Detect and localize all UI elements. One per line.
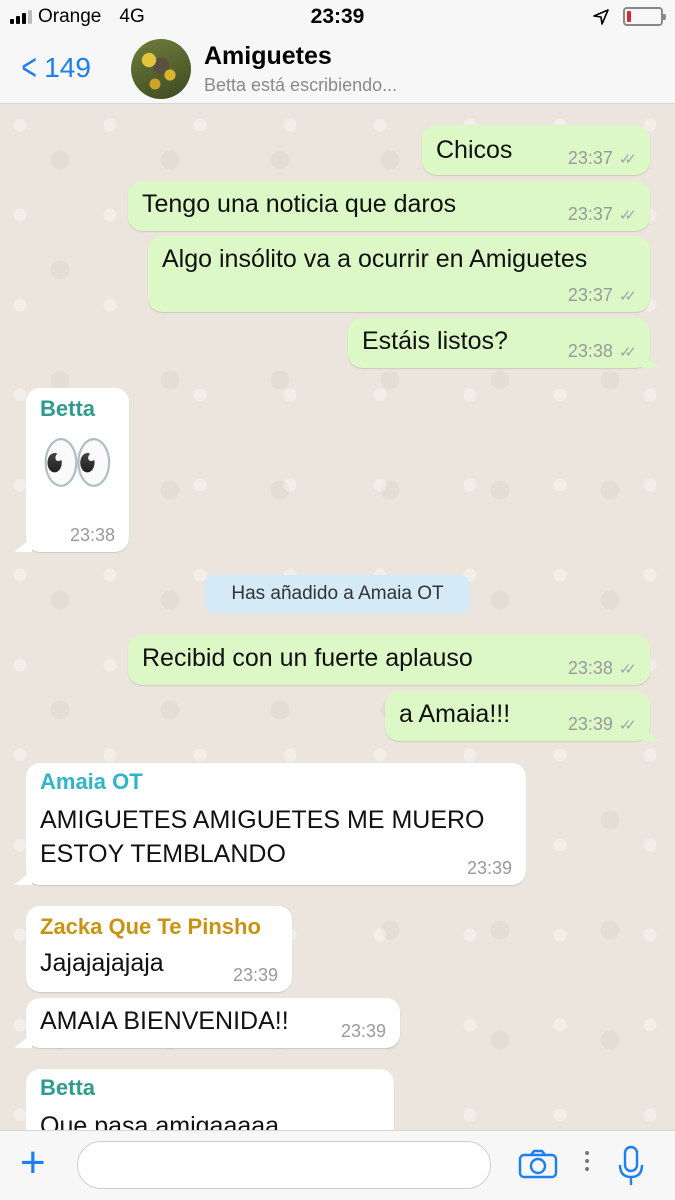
message-bubble-outgoing[interactable]: Algo insólito va a ocurrir en Amiguetes … <box>148 236 650 312</box>
message-time: 23:39 <box>567 714 613 734</box>
chevron-left-icon: < <box>21 47 37 89</box>
network-type: 4G <box>119 6 145 27</box>
chat-header: < 149 Amiguetes Betta está escribiendo..… <box>0 34 675 104</box>
more-dots-icon[interactable] <box>585 1151 591 1175</box>
sender-name: Betta <box>40 396 96 421</box>
chat-title[interactable]: Amiguetes <box>204 42 332 71</box>
message-meta: 23:38 <box>70 525 115 546</box>
double-check-icon: ✓✓ <box>618 716 637 734</box>
plus-icon[interactable]: + <box>20 1141 46 1185</box>
message-bubble-incoming[interactable]: Amaia OT AMIGUETES AMIGUETES ME MUERO ES… <box>26 763 526 885</box>
message-text: Recibid con un fuerte aplauso <box>142 644 473 672</box>
message-bubble-outgoing[interactable]: Estáis listos? 23:38 ✓✓ <box>348 318 650 368</box>
double-check-icon: ✓✓ <box>618 660 637 678</box>
message-bubble-outgoing[interactable]: a Amaia!!! 23:39 ✓✓ <box>385 691 650 741</box>
message-time: 23:39 <box>232 965 278 985</box>
message-bubble-incoming[interactable]: AMAIA BIENVENIDA!! 23:39 <box>26 998 400 1048</box>
carrier-name: Orange <box>38 6 102 27</box>
message-text: AMAIA BIENVENIDA!! <box>40 1007 289 1035</box>
microphone-icon[interactable] <box>616 1145 646 1189</box>
composer-bar: + <box>0 1130 675 1200</box>
battery-icon <box>623 7 666 26</box>
battery-level <box>627 11 631 22</box>
status-bar: Orange 4G 23:39 <box>0 0 675 34</box>
message-input[interactable] <box>77 1141 491 1189</box>
signal-icon <box>10 10 32 24</box>
sender-name: Betta <box>40 1075 96 1100</box>
message-meta: 23:39 <box>467 858 512 879</box>
message-bubble-outgoing[interactable]: Recibid con un fuerte aplauso 23:38 ✓✓ <box>128 635 650 685</box>
message-text: Que pasa amigaaaaa <box>40 1112 280 1130</box>
message-text-line: ESTOY TEMBLANDO <box>40 840 286 868</box>
typing-status: Betta está escribiendo... <box>204 75 398 95</box>
message-time: 23:38 <box>567 658 613 678</box>
message-time: 23:38 <box>69 525 115 545</box>
message-text: Tengo una noticia que daros <box>142 190 457 218</box>
status-left: Orange 4G <box>10 6 145 28</box>
double-check-icon: ✓✓ <box>618 287 637 305</box>
message-meta: 23:39 <box>233 965 278 986</box>
message-meta: 23:37 ✓✓ <box>567 148 637 169</box>
message-time: 23:39 <box>466 858 512 878</box>
message-bubble-incoming[interactable]: Betta Que pasa amigaaaaa <box>26 1069 394 1130</box>
message-time: 23:39 <box>340 1021 386 1041</box>
message-meta: 23:37 ✓✓ <box>567 285 637 306</box>
status-right <box>593 7 666 26</box>
message-bubble-outgoing[interactable]: Chicos 23:37 ✓✓ <box>422 125 650 175</box>
camera-icon[interactable] <box>518 1149 558 1179</box>
eyes-emoji: 👀 <box>40 429 117 496</box>
message-list[interactable]: Chicos 23:37 ✓✓ Tengo una noticia que dar… <box>0 105 675 1130</box>
message-bubble-outgoing[interactable]: Tengo una noticia que daros 23:37 ✓✓ <box>128 181 650 231</box>
group-avatar[interactable] <box>131 39 191 99</box>
unread-count: 149 <box>44 52 91 83</box>
message-meta: 23:38 ✓✓ <box>567 341 637 362</box>
message-text-line: AMIGUETES AMIGUETES ME MUERO <box>40 806 485 834</box>
message-time: 23:38 <box>567 341 613 361</box>
message-meta: 23:39 ✓✓ <box>567 714 637 735</box>
double-check-icon: ✓✓ <box>618 343 637 361</box>
message-text: Algo insólito va a ocurrir en Amiguetes <box>162 245 588 273</box>
system-notice: Has añadido a Amaia OT <box>205 575 470 613</box>
message-meta: 23:38 ✓✓ <box>567 658 637 679</box>
message-meta: 23:39 <box>341 1021 386 1042</box>
message-time: 23:37 <box>567 204 613 224</box>
double-check-icon: ✓✓ <box>618 206 637 224</box>
message-time: 23:37 <box>567 148 613 168</box>
location-arrow-icon <box>593 8 609 25</box>
sender-name: Amaia OT <box>40 769 143 794</box>
message-meta: 23:37 ✓✓ <box>567 204 637 225</box>
message-bubble-incoming[interactable]: Betta 👀 23:38 <box>26 388 129 552</box>
sender-name: Zacka Que Te Pinsho <box>40 914 261 939</box>
double-check-icon: ✓✓ <box>618 150 637 168</box>
message-bubble-incoming[interactable]: Zacka Que Te Pinsho Jajajajajaja 23:39 <box>26 906 292 992</box>
back-button[interactable]: < 149 <box>18 47 91 89</box>
message-time: 23:37 <box>567 285 613 305</box>
